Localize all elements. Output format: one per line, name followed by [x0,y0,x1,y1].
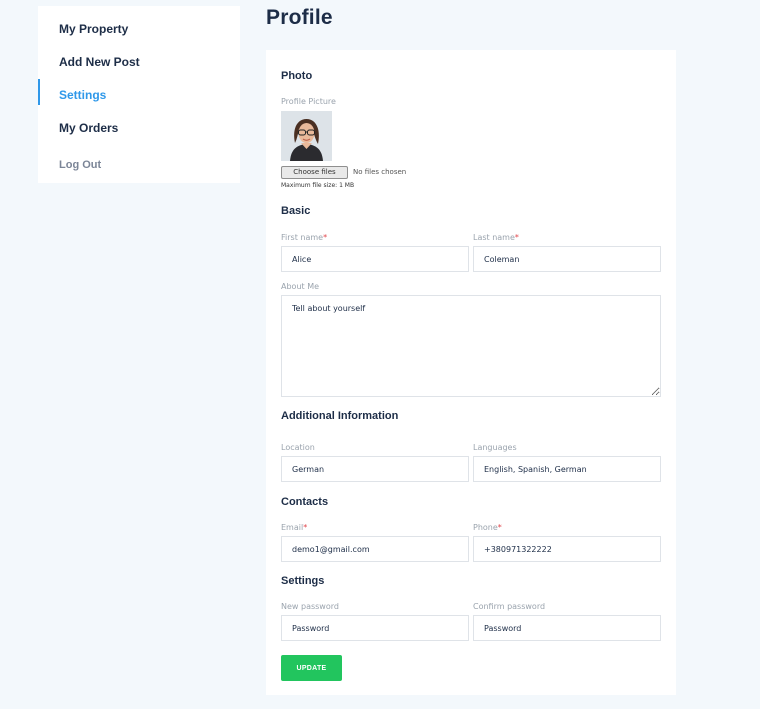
avatar [281,111,332,161]
file-size-note: Maximum file size: 1 MB [281,182,355,189]
update-button[interactable]: UPDATE [281,655,342,681]
first-name-label: First name* [281,233,328,242]
phone-field[interactable] [473,536,661,562]
first-name-input[interactable] [281,246,469,272]
settings-section-title: Settings [281,575,325,587]
contacts-section-title: Contacts [281,496,329,508]
sidebar-item-my-orders[interactable]: My Orders [38,111,240,144]
confirm-password-input[interactable] [473,615,661,641]
email-field[interactable] [281,536,469,562]
location-label: Location [281,443,315,452]
new-password-label: New password [281,602,339,611]
about-me-textarea[interactable] [281,295,661,397]
last-name-input[interactable] [473,246,661,272]
file-status-text: No files chosen [353,168,407,176]
location-input[interactable] [281,456,469,482]
profile-photo [281,111,332,161]
logout-link[interactable]: Log Out [38,148,240,181]
languages-label: Languages [473,443,517,452]
profile-form: Photo Profile Picture Choose files No fi… [266,50,676,695]
languages-input[interactable] [473,456,661,482]
phone-label: Phone* [473,523,502,532]
email-label: Email* [281,523,308,532]
photo-section-title: Photo [281,70,313,82]
confirm-password-label: Confirm password [473,602,546,611]
sidebar-item-settings[interactable]: Settings [38,78,240,111]
additional-info-section-title: Additional Information [281,410,399,422]
sidebar-item-add-new-post[interactable]: Add New Post [38,45,240,78]
about-me-label: About Me [281,282,320,291]
new-password-input[interactable] [281,615,469,641]
choose-files-button[interactable]: Choose files [281,166,348,179]
account-sidebar: My Property Add New Post Settings My Ord… [38,6,240,183]
basic-section-title: Basic [281,205,311,217]
sidebar-item-my-property[interactable]: My Property [38,12,240,45]
page-title: Profile [266,6,333,29]
profile-picture-label: Profile Picture [281,97,336,106]
last-name-label: Last name* [473,233,519,242]
